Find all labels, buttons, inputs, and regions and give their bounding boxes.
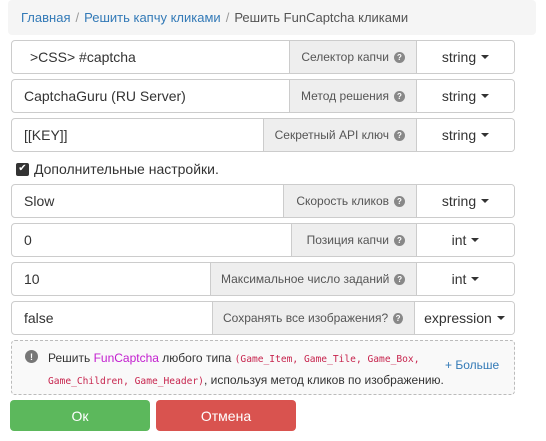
breadcrumb-separator: / <box>75 10 80 25</box>
solving-method-row: CaptchaGuru (RU Server) Метод решения ? … <box>11 79 515 113</box>
type-label: string <box>441 49 477 65</box>
more-link[interactable]: + Больше <box>445 358 499 372</box>
api-key-input[interactable]: [[KEY]] <box>12 119 263 151</box>
max-tasks-label: Максимальное число заданий ? <box>210 263 416 295</box>
help-icon[interactable]: ? <box>393 312 403 324</box>
breadcrumb-click-captcha-link[interactable]: Решить капчу кликами <box>84 10 221 25</box>
save-images-row: false Сохранять все изображения? ? expre… <box>11 301 515 335</box>
click-speed-type-dropdown[interactable]: string <box>416 185 514 217</box>
captcha-selector-row: >CSS> #captcha Селектор капчи ? string <box>11 40 515 74</box>
caret-down-icon <box>481 133 490 137</box>
click-speed-row: Slow Скорость кликов ? string <box>11 184 515 218</box>
caret-down-icon <box>481 94 490 98</box>
type-label: int <box>451 232 467 248</box>
funcaptcha-highlight: FunCaptcha <box>93 351 159 365</box>
help-icon[interactable]: ? <box>394 273 405 285</box>
help-icon[interactable]: ? <box>394 51 405 63</box>
captcha-selector-type-dropdown[interactable]: string <box>416 41 514 73</box>
captcha-selector-label: Селектор капчи ? <box>289 41 416 73</box>
captcha-position-label-text: Позиция капчи <box>306 233 389 247</box>
max-tasks-row: 10 Максимальное число заданий ? int <box>11 262 515 296</box>
advanced-settings-toggle[interactable]: ✔ Дополнительные настройки. <box>16 160 219 178</box>
captcha-selector-label-text: Селектор капчи <box>301 50 389 64</box>
click-speed-label-text: Скорость кликов <box>296 194 389 208</box>
description-middle: любого типа <box>158 351 235 365</box>
api-key-label-text: Секретный API ключ <box>274 128 389 142</box>
breadcrumb-separator: / <box>225 10 230 25</box>
save-images-input[interactable]: false <box>12 302 212 334</box>
help-icon[interactable]: ? <box>394 195 405 207</box>
advanced-settings-checkbox[interactable]: ✔ <box>16 162 29 176</box>
description-suffix: , используя метод кликов по изображению. <box>203 373 444 387</box>
caret-down-icon <box>471 277 480 281</box>
save-images-label-text: Сохранять все изображения? <box>223 311 389 325</box>
type-label: string <box>441 127 477 143</box>
api-key-row: [[KEY]] Секретный API ключ ? string <box>11 118 515 152</box>
captcha-position-type-dropdown[interactable]: int <box>416 224 514 256</box>
max-tasks-input[interactable]: 10 <box>12 263 210 295</box>
captcha-position-input[interactable]: 0 <box>12 224 291 256</box>
help-icon[interactable]: ? <box>394 90 405 102</box>
click-speed-label: Скорость кликов ? <box>283 185 416 217</box>
info-icon: ! <box>25 350 38 363</box>
type-label: string <box>441 193 477 209</box>
click-speed-input[interactable]: Slow <box>12 185 283 217</box>
save-images-type-dropdown[interactable]: expression <box>414 302 514 334</box>
solving-method-label: Метод решения ? <box>289 80 416 112</box>
type-label: string <box>441 88 477 104</box>
description-text: Решить FunCaptcha любого типа (Game_Item… <box>48 348 448 392</box>
caret-down-icon <box>496 316 505 320</box>
ok-button[interactable]: Ок <box>10 400 150 431</box>
api-key-label: Секретный API ключ ? <box>263 119 416 151</box>
caret-down-icon <box>471 238 480 242</box>
caret-down-icon <box>481 55 490 59</box>
description-box: ! Решить FunCaptcha любого типа (Game_It… <box>11 340 515 395</box>
breadcrumb-current: Решить FunCaptcha кликами <box>234 10 409 25</box>
captcha-position-row: 0 Позиция капчи ? int <box>11 223 515 257</box>
captcha-position-label: Позиция капчи ? <box>291 224 416 256</box>
solving-method-label-text: Метод решения <box>301 89 389 103</box>
type-label: int <box>451 271 467 287</box>
breadcrumb: Главная / Решить капчу кликами / Решить … <box>8 0 536 35</box>
api-key-type-dropdown[interactable]: string <box>416 119 514 151</box>
captcha-selector-input[interactable]: >CSS> #captcha <box>12 41 289 73</box>
help-icon[interactable]: ? <box>394 234 405 246</box>
solving-method-input[interactable]: CaptchaGuru (RU Server) <box>12 80 289 112</box>
type-label: expression <box>424 310 492 326</box>
solving-method-type-dropdown[interactable]: string <box>416 80 514 112</box>
help-icon[interactable]: ? <box>394 129 405 141</box>
advanced-settings-label: Дополнительные настройки. <box>34 161 219 177</box>
save-images-label: Сохранять все изображения? ? <box>212 302 414 334</box>
max-tasks-label-text: Максимальное число заданий <box>221 272 390 286</box>
max-tasks-type-dropdown[interactable]: int <box>416 263 514 295</box>
description-prefix: Решить <box>48 351 94 365</box>
breadcrumb-home-link[interactable]: Главная <box>21 10 70 25</box>
cancel-button[interactable]: Отмена <box>156 400 296 431</box>
caret-down-icon <box>481 199 490 203</box>
